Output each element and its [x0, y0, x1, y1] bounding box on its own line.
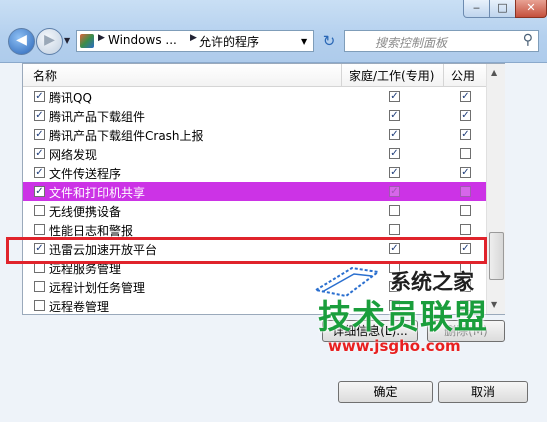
annotation-highlight-box: [6, 237, 487, 264]
program-name: 腾讯产品下载组件: [49, 110, 146, 124]
home-work-checkbox[interactable]: ✓: [389, 129, 400, 140]
address-dropdown-chevron-icon[interactable]: ▼: [301, 37, 307, 46]
breadcrumb-allowed-programs[interactable]: 允许的程序: [199, 33, 259, 50]
column-header-home-work[interactable]: 家庭/工作(专用): [349, 67, 434, 84]
program-enabled-checkbox[interactable]: [34, 224, 45, 235]
vertical-scrollbar[interactable]: ▲ ▼: [486, 64, 505, 314]
program-name: 文件传送程序: [49, 167, 122, 181]
home-work-checkbox[interactable]: ✓: [389, 186, 400, 197]
home-work-checkbox[interactable]: ✓: [389, 167, 400, 178]
home-work-checkbox[interactable]: ✓: [389, 110, 400, 121]
table-row[interactable]: ✓ 文件和打印机共享 ✓: [23, 182, 486, 201]
home-work-checkbox[interactable]: [389, 205, 400, 216]
program-enabled-checkbox[interactable]: ✓: [34, 186, 45, 197]
program-name: 腾讯QQ: [49, 91, 92, 105]
program-name: 远程卷管理: [49, 300, 110, 314]
public-checkbox[interactable]: [460, 205, 471, 216]
address-bar[interactable]: ▶ Windows ... ▶ 允许的程序 ▼: [76, 30, 314, 52]
table-row[interactable]: ✓ 网络发现 ✓: [23, 144, 486, 163]
forward-button[interactable]: ▶: [36, 28, 63, 55]
back-button[interactable]: ◀: [8, 28, 35, 55]
search-box[interactable]: 搜索控制面板 ⚲: [344, 30, 539, 52]
watermark-line2: 技术员联盟: [318, 297, 488, 336]
program-enabled-checkbox[interactable]: ✓: [34, 91, 45, 102]
scrollbar-thumb[interactable]: [489, 232, 504, 280]
table-row[interactable]: ✓ 腾讯产品下载组件Crash上报 ✓ ✓: [23, 125, 486, 144]
search-placeholder: 搜索控制面板: [375, 36, 448, 50]
list-header: 名称 家庭/工作(专用) 公用: [23, 64, 486, 87]
column-header-public[interactable]: 公用: [451, 67, 475, 84]
home-work-checkbox[interactable]: ✓: [389, 148, 400, 159]
maximize-button[interactable]: □: [489, 0, 516, 18]
program-name: 无线便携设备: [49, 205, 122, 219]
public-checkbox[interactable]: ✓: [460, 129, 471, 140]
program-name: 腾讯产品下载组件Crash上报: [49, 129, 204, 143]
column-divider: [341, 64, 342, 86]
scroll-up-icon[interactable]: ▲: [491, 68, 497, 77]
cancel-button[interactable]: 取消: [438, 381, 528, 403]
column-divider: [443, 64, 444, 86]
home-work-checkbox[interactable]: [389, 224, 400, 235]
content-area: 名称 家庭/工作(专用) 公用 ✓ 腾讯QQ ✓ ✓ ✓ 腾讯产品下载组件 ✓ ✓ ✓ 腾讯产品下…: [0, 63, 547, 422]
public-checkbox[interactable]: [460, 148, 471, 159]
table-row[interactable]: ✓ 腾讯产品下载组件 ✓ ✓: [23, 106, 486, 125]
breadcrumb-separator-icon[interactable]: ▶: [98, 33, 105, 43]
breadcrumb-separator-icon[interactable]: ▶: [190, 33, 197, 43]
search-icon[interactable]: ⚲: [523, 32, 533, 48]
column-header-name[interactable]: 名称: [33, 67, 57, 84]
program-enabled-checkbox[interactable]: ✓: [34, 167, 45, 178]
public-checkbox[interactable]: [460, 186, 471, 197]
public-checkbox[interactable]: [460, 224, 471, 235]
minimize-button[interactable]: ‒: [463, 0, 490, 18]
public-checkbox[interactable]: ✓: [460, 110, 471, 121]
program-name: 文件和打印机共享: [49, 186, 146, 200]
program-name: 远程计划任务管理: [49, 281, 146, 295]
public-checkbox[interactable]: ✓: [460, 167, 471, 178]
scroll-down-icon[interactable]: ▼: [491, 300, 497, 309]
program-enabled-checkbox[interactable]: ✓: [34, 129, 45, 140]
ok-button[interactable]: 确定: [338, 381, 433, 403]
watermark-line3: www.jsgho.com: [328, 337, 461, 355]
program-name: 网络发现: [49, 148, 98, 162]
table-row[interactable]: ✓ 文件传送程序 ✓ ✓: [23, 163, 486, 182]
table-row[interactable]: ✓ 腾讯QQ ✓ ✓: [23, 87, 486, 106]
close-button[interactable]: ✕: [515, 0, 547, 18]
program-enabled-checkbox[interactable]: [34, 281, 45, 292]
home-work-checkbox[interactable]: ✓: [389, 91, 400, 102]
program-enabled-checkbox[interactable]: [34, 300, 45, 311]
window-chrome: ‒ □ ✕ ◀ ▶ ▼ ▶ Windows ... ▶ 允许的程序 ▼ ↻ 搜索…: [0, 0, 547, 63]
control-panel-icon: [80, 34, 94, 48]
refresh-icon[interactable]: ↻: [318, 30, 340, 52]
table-row[interactable]: 无线便携设备: [23, 201, 486, 220]
public-checkbox[interactable]: ✓: [460, 91, 471, 102]
program-enabled-checkbox[interactable]: ✓: [34, 110, 45, 121]
recent-pages-chevron-icon[interactable]: ▼: [64, 36, 70, 45]
program-enabled-checkbox[interactable]: [34, 205, 45, 216]
program-enabled-checkbox[interactable]: ✓: [34, 148, 45, 159]
breadcrumb-windows[interactable]: Windows ...: [108, 33, 177, 47]
